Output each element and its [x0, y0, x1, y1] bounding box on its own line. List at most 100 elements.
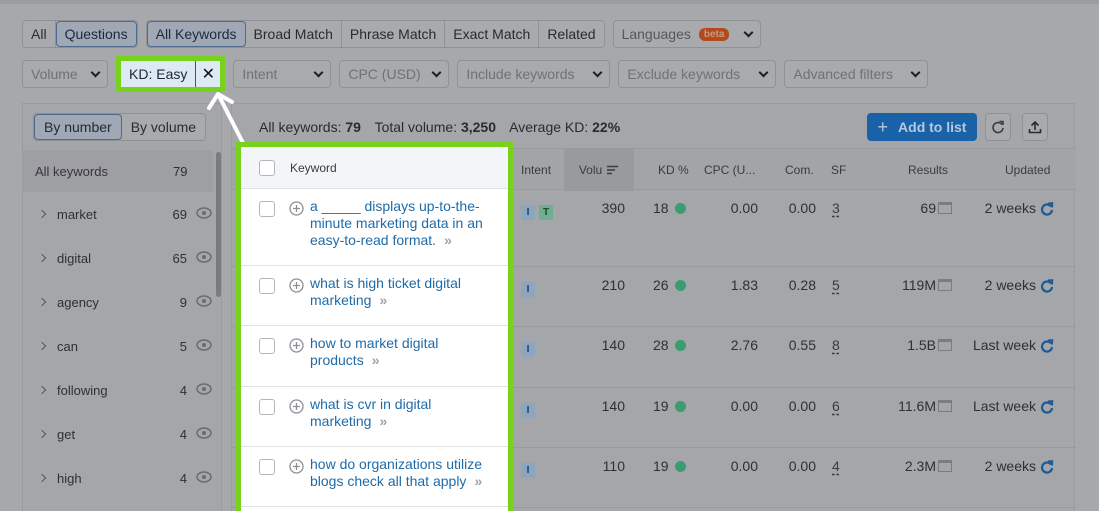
keyword-details-icon[interactable]: »	[379, 292, 387, 308]
chevron-right-icon[interactable]	[37, 209, 47, 219]
column-updated[interactable]: Updated	[1005, 149, 1050, 191]
serp-preview-icon[interactable]	[938, 279, 952, 291]
column-intent[interactable]: Intent	[521, 149, 551, 191]
column-com[interactable]: Com.	[785, 149, 814, 191]
refresh-icon[interactable]	[1040, 339, 1054, 353]
competition-cell: 0.55	[788, 337, 816, 353]
tab-broad-match[interactable]: Broad Match	[245, 21, 342, 47]
row-checkbox[interactable]	[259, 278, 275, 294]
kd-value: 19	[653, 398, 669, 414]
serp-preview-icon[interactable]	[938, 460, 952, 472]
keyword-link[interactable]: what is cvr in digital marketing	[310, 396, 431, 429]
keyword-details-icon[interactable]: »	[372, 352, 380, 368]
exclude-keywords-filter[interactable]: Exclude keywords	[618, 60, 777, 88]
serp-features-link[interactable]: 4	[832, 458, 840, 474]
results-value: 2.3M	[904, 458, 936, 474]
serp-features-link[interactable]: 5	[832, 277, 840, 293]
tab-all-keywords[interactable]: All Keywords	[146, 21, 246, 47]
cpc-filter[interactable]: CPC (USD)	[339, 60, 450, 88]
keyword-group-item[interactable]: following 4	[23, 368, 213, 412]
eye-icon[interactable]	[196, 471, 212, 483]
add-keyword-icon[interactable]	[289, 201, 304, 216]
column-results[interactable]: Results	[908, 149, 948, 191]
by-volume-button[interactable]: By volume	[121, 114, 206, 140]
keyword-group-item[interactable]: can 5	[23, 324, 213, 368]
eye-icon[interactable]	[196, 207, 212, 219]
groups-scrollbar[interactable]	[216, 152, 221, 297]
tab-exact-match[interactable]: Exact Match	[445, 21, 540, 47]
eye-icon[interactable]	[196, 383, 212, 395]
keyword-details-icon[interactable]: »	[474, 473, 482, 489]
volume-filter[interactable]: Volume	[22, 60, 108, 88]
keyword-link-container: a _____ displays up-to-the-minute market…	[310, 198, 505, 249]
chevron-right-icon[interactable]	[37, 253, 47, 263]
group-count: 5	[179, 338, 187, 354]
chevron-right-icon[interactable]	[37, 385, 47, 395]
refresh-icon[interactable]	[1040, 279, 1054, 293]
keyword-details-icon[interactable]: »	[379, 413, 387, 429]
keyword-group-item[interactable]: agency 9	[23, 280, 213, 324]
row-checkbox[interactable]	[259, 399, 275, 415]
tab-questions[interactable]: Questions	[55, 21, 137, 47]
add-keyword-icon[interactable]	[289, 338, 304, 353]
add-keyword-icon[interactable]	[289, 278, 304, 293]
serp-features-link[interactable]: 8	[832, 337, 840, 353]
refresh-button[interactable]	[985, 113, 1011, 141]
serp-features-link[interactable]: 6	[832, 398, 840, 414]
add-keyword-icon[interactable]	[289, 459, 304, 474]
keyword-details-icon[interactable]: »	[444, 232, 452, 248]
keyword-link[interactable]: a _____ displays up-to-the-minute market…	[310, 198, 483, 248]
keyword-group-item[interactable]: market 69	[23, 192, 213, 236]
average-kd-value: 22%	[592, 119, 621, 135]
eye-icon[interactable]	[196, 295, 212, 307]
keyword-link[interactable]: how do organizations utilize blogs check…	[310, 456, 482, 489]
eye-icon[interactable]	[196, 427, 212, 439]
tab-related[interactable]: Related	[539, 21, 604, 47]
column-keyword[interactable]: Keyword	[290, 161, 337, 175]
row-checkbox[interactable]	[259, 459, 275, 475]
tab-all[interactable]: All	[23, 21, 56, 47]
eye-icon[interactable]	[196, 339, 212, 351]
keyword-group-item[interactable]: digital 65	[23, 236, 213, 280]
chevron-right-icon[interactable]	[37, 297, 47, 307]
refresh-icon[interactable]	[1040, 460, 1054, 474]
all-keywords-group[interactable]: All keywords 79	[23, 150, 213, 192]
serp-features-link[interactable]: 3	[832, 200, 840, 216]
select-all-checkbox[interactable]	[259, 159, 275, 176]
by-number-button[interactable]: By number	[34, 114, 122, 140]
languages-dropdown[interactable]: Languages beta	[612, 20, 762, 48]
add-to-list-button[interactable]: + Add to list	[867, 113, 977, 141]
column-cpc[interactable]: CPC (U...	[704, 149, 755, 191]
column-kd[interactable]: KD %	[658, 149, 689, 191]
keyword-link[interactable]: what is high ticket digital marketing	[310, 275, 461, 308]
chevron-right-icon[interactable]	[37, 429, 47, 439]
keyword-group-item[interactable]: get 4	[23, 412, 213, 456]
kd-filter-clear-button[interactable]: ✕	[196, 61, 221, 87]
tab-phrase-match[interactable]: Phrase Match	[341, 21, 446, 47]
updated-value: 2 weeks	[984, 458, 1036, 474]
serp-preview-icon[interactable]	[938, 339, 952, 351]
column-sf[interactable]: SF	[831, 149, 846, 191]
include-keywords-filter[interactable]: Include keywords	[457, 60, 611, 88]
intent-filter[interactable]: Intent	[233, 60, 332, 88]
column-volume[interactable]: Volu	[564, 149, 634, 191]
updated-value: 2 weeks	[984, 200, 1036, 216]
chevron-right-icon[interactable]	[37, 473, 47, 483]
group-label: digital	[57, 250, 91, 266]
refresh-icon[interactable]	[1040, 202, 1054, 216]
cpc-filter-label: CPC (USD)	[348, 66, 421, 82]
row-checkbox[interactable]	[259, 338, 275, 354]
annotation-arrow-icon	[207, 92, 245, 145]
add-to-list-label: Add to list	[898, 119, 967, 135]
serp-preview-icon[interactable]	[938, 400, 952, 412]
eye-icon[interactable]	[196, 251, 212, 263]
kd-filter-chip[interactable]: KD: Easy	[121, 61, 197, 87]
export-button[interactable]	[1022, 113, 1048, 141]
chevron-right-icon[interactable]	[37, 341, 47, 351]
advanced-filters[interactable]: Advanced filters	[784, 60, 929, 88]
row-checkbox[interactable]	[259, 201, 275, 217]
keyword-group-item[interactable]: high 4	[23, 456, 213, 500]
add-keyword-icon[interactable]	[289, 399, 304, 414]
refresh-icon[interactable]	[1040, 400, 1054, 414]
serp-preview-icon[interactable]	[938, 202, 952, 214]
